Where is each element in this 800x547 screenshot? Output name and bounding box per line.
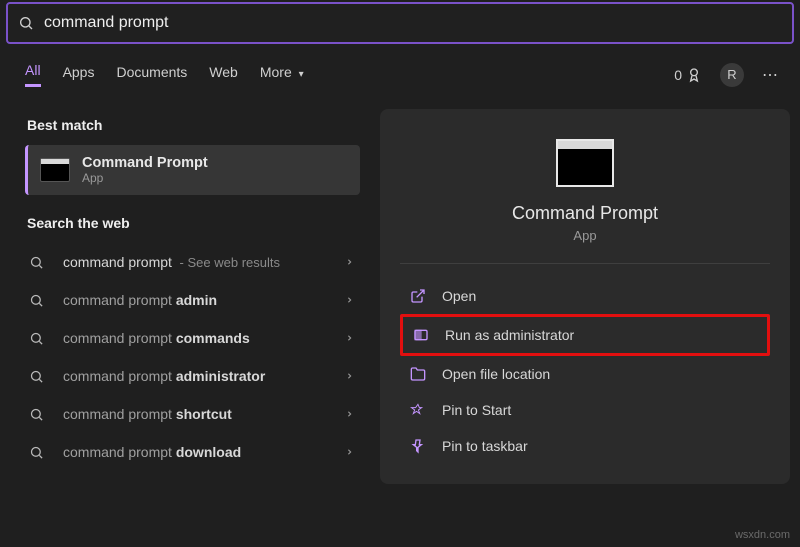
preview-panel: Command Prompt App Open Run as administr… [380, 109, 790, 484]
search-icon [29, 407, 51, 422]
web-result-text: command prompt download [63, 444, 345, 460]
search-input[interactable] [44, 14, 782, 32]
search-icon [29, 331, 51, 346]
preview-app-icon [556, 139, 614, 187]
chevron-right-icon [345, 293, 354, 307]
best-match-result[interactable]: Command Prompt App [25, 145, 360, 195]
best-match-subtitle: App [82, 171, 208, 185]
search-icon [18, 15, 34, 31]
preview-subtitle: App [400, 228, 770, 243]
user-avatar[interactable]: R [720, 63, 744, 87]
command-prompt-icon [40, 158, 70, 182]
tab-more[interactable]: More ▾ [260, 64, 304, 86]
tab-all[interactable]: All [25, 62, 41, 87]
chevron-right-icon [345, 331, 354, 345]
chevron-right-icon [345, 369, 354, 383]
best-match-title: Command Prompt [82, 155, 208, 171]
search-icon [29, 255, 51, 270]
chevron-right-icon [345, 445, 354, 459]
web-result-text: command prompt administrator [63, 368, 345, 384]
best-match-heading: Best match [27, 117, 380, 133]
watermark: wsxdn.com [735, 529, 790, 541]
chevron-right-icon [345, 255, 354, 269]
preview-title: Command Prompt [400, 203, 770, 224]
tab-documents[interactable]: Documents [116, 64, 187, 86]
web-result-text: command prompt - See web results [63, 254, 345, 270]
open-icon [410, 288, 428, 304]
web-result-text: command prompt commands [63, 330, 345, 346]
action-open-file-location[interactable]: Open file location [400, 356, 770, 392]
search-icon [29, 293, 51, 308]
action-pin-to-start[interactable]: Pin to Start [400, 392, 770, 428]
chevron-down-icon: ▾ [299, 69, 304, 80]
action-open[interactable]: Open [400, 278, 770, 314]
search-icon [29, 369, 51, 384]
web-result-text: command prompt shortcut [63, 406, 345, 422]
action-run-as-administrator[interactable]: Run as administrator [400, 314, 770, 356]
tab-apps[interactable]: Apps [63, 64, 95, 86]
action-pin-to-taskbar[interactable]: Pin to taskbar [400, 428, 770, 464]
folder-icon [410, 366, 428, 382]
search-icon [29, 445, 51, 460]
web-result-item[interactable]: command prompt commands [25, 319, 368, 357]
filter-tabs: All Apps Documents Web More ▾ 0 R ⋯ [0, 44, 800, 99]
web-result-item[interactable]: command prompt admin [25, 281, 368, 319]
search-bar[interactable] [6, 2, 794, 44]
web-result-item[interactable]: command prompt administrator [25, 357, 368, 395]
pin-icon [410, 402, 428, 418]
more-options-icon[interactable]: ⋯ [762, 65, 780, 85]
shield-icon [413, 327, 431, 343]
rewards-badge[interactable]: 0 [674, 67, 702, 83]
web-result-item[interactable]: command prompt shortcut [25, 395, 368, 433]
web-result-text: command prompt admin [63, 292, 345, 308]
results-column: Best match Command Prompt App Search the… [0, 99, 380, 484]
web-result-item[interactable]: command prompt - See web results [25, 243, 368, 281]
medal-icon [686, 67, 702, 83]
tab-web[interactable]: Web [209, 64, 238, 86]
search-web-heading: Search the web [27, 215, 380, 231]
web-result-item[interactable]: command prompt download [25, 433, 368, 471]
divider [400, 263, 770, 264]
chevron-right-icon [345, 407, 354, 421]
pin-icon [410, 438, 428, 454]
